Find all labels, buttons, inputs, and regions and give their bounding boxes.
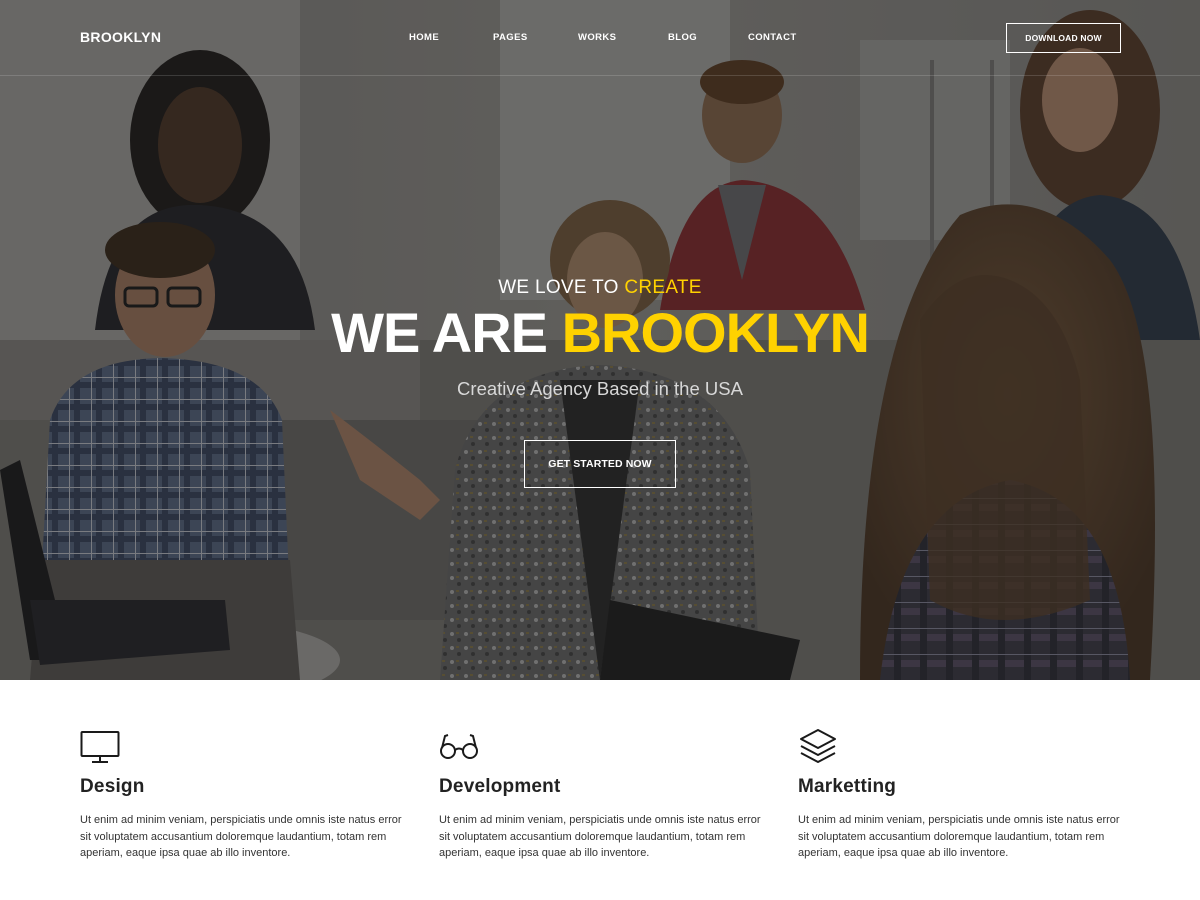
feature-text: Ut enim ad minim veniam, perspiciatis un… (798, 814, 1120, 859)
hero-headline: WE ARE BROOKLYN (0, 303, 1200, 363)
get-started-button[interactable]: GET STARTED NOW (524, 440, 676, 488)
nav-item-contact[interactable]: CONTACT (748, 32, 797, 43)
feature-title: Design (80, 776, 145, 797)
hero-headline-text: WE ARE (331, 301, 562, 364)
feature-title: Development (439, 776, 561, 797)
hero-headline-accent: BROOKLYN (561, 301, 870, 364)
hero-kicker-accent: CREATE (624, 277, 702, 298)
nav-item-home[interactable]: HOME (409, 32, 439, 43)
nav-item-works[interactable]: WORKS (578, 32, 616, 43)
layers-icon (800, 729, 836, 763)
glasses-icon (440, 734, 478, 759)
monitor-icon (80, 731, 120, 763)
hero-kicker: WE LOVE TO CREATE (0, 277, 1200, 299)
site-logo[interactable]: BROOKLYN (80, 29, 161, 45)
nav-item-pages[interactable]: PAGES (493, 32, 528, 43)
hero-kicker-text: WE LOVE TO (498, 277, 625, 298)
feature-title: Marketting (798, 776, 897, 797)
feature-text: Ut enim ad minim veniam, perspiciatis un… (439, 814, 761, 859)
top-navigation: BROOKLYN HOME PAGES WORKS BLOG CONTACT D… (0, 0, 1200, 76)
hero-tagline: Creative Agency Based in the USA (457, 378, 743, 399)
nav-item-blog[interactable]: BLOG (668, 32, 697, 43)
download-now-button[interactable]: DOWNLOAD NOW (1006, 23, 1121, 53)
feature-text: Ut enim ad minim veniam, perspiciatis un… (80, 814, 402, 859)
hero-section: BROOKLYN HOME PAGES WORKS BLOG CONTACT D… (0, 0, 1200, 680)
